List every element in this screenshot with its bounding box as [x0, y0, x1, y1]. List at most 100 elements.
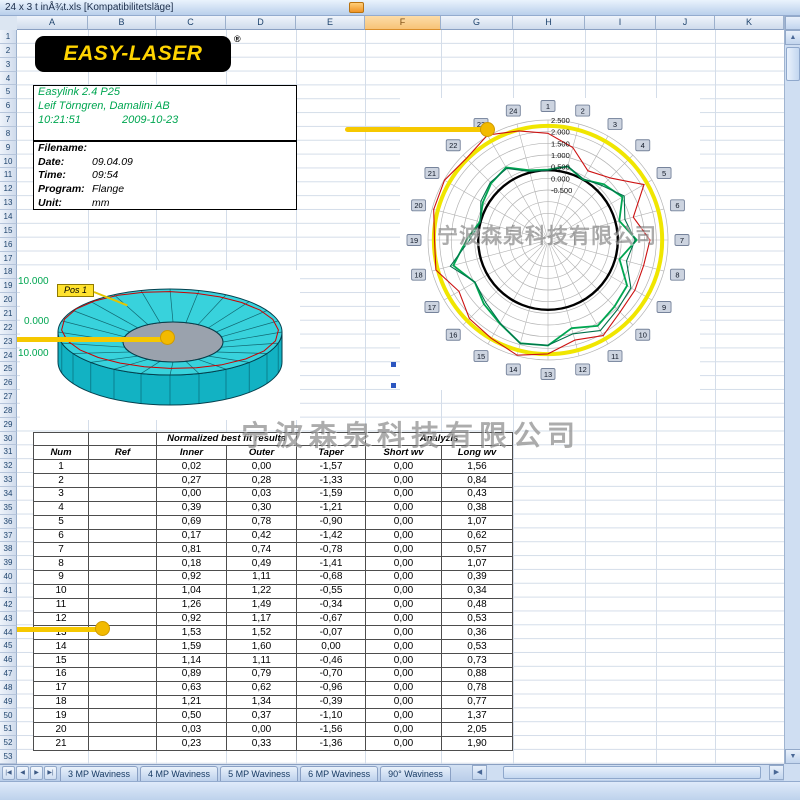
row-header-34[interactable]: 34 [0, 487, 17, 501]
result-cell: 1,17 [227, 612, 297, 626]
column-header-K[interactable]: K [715, 16, 784, 30]
row-header-4[interactable]: 4 [0, 72, 17, 86]
row-header-10[interactable]: 10 [0, 155, 17, 169]
row-header-18[interactable]: 18 [0, 265, 17, 279]
result-cell: 1,21 [157, 695, 227, 709]
flange-axis-label-mid: 0.000 [24, 316, 49, 327]
scroll-right-icon[interactable]: ▶ [769, 765, 784, 780]
row-header-35[interactable]: 35 [0, 501, 17, 515]
row-header-25[interactable]: 25 [0, 362, 17, 376]
result-cell: 10 [34, 584, 89, 598]
horizontal-scroll-track[interactable] [487, 765, 769, 780]
scroll-down-icon[interactable]: ▼ [785, 749, 800, 764]
tab-nav-last-icon[interactable]: ▶| [44, 766, 57, 780]
row-header-12[interactable]: 12 [0, 182, 17, 196]
column-header-E[interactable]: E [296, 16, 365, 30]
column-header-F[interactable]: F [365, 16, 441, 30]
row-header-36[interactable]: 36 [0, 515, 17, 529]
row-header-27[interactable]: 27 [0, 390, 17, 404]
tab-nav-first-icon[interactable]: |◀ [2, 766, 15, 780]
vertical-scrollbar[interactable]: ▲ ▼ [784, 16, 800, 764]
sheet-grid[interactable]: EASY-LASER ® Easylink 2.4 P25 Leif Törng… [17, 30, 784, 764]
result-cell: 0,00 [366, 626, 442, 640]
scroll-left-icon[interactable]: ◀ [472, 765, 487, 780]
row-header-17[interactable]: 17 [0, 252, 17, 266]
row-header-33[interactable]: 33 [0, 473, 17, 487]
sheet-tab-1[interactable]: 3 MP Waviness [60, 766, 138, 781]
row-header-9[interactable]: 9 [0, 141, 17, 155]
row-header-40[interactable]: 40 [0, 570, 17, 584]
row-header-38[interactable]: 38 [0, 542, 17, 556]
column-header-A[interactable]: A [17, 16, 88, 30]
horizontal-scrollbar[interactable]: ◀ ▶ [472, 765, 784, 780]
column-header-B[interactable]: B [88, 16, 156, 30]
row-header-29[interactable]: 29 [0, 418, 17, 432]
row-header-42[interactable]: 42 [0, 598, 17, 612]
sheet-tab-2[interactable]: 4 MP Waviness [140, 766, 218, 781]
column-header-D[interactable]: D [226, 16, 296, 30]
row-header-20[interactable]: 20 [0, 293, 17, 307]
column-header-J[interactable]: J [656, 16, 715, 30]
column-header-H[interactable]: H [513, 16, 585, 30]
scroll-up-icon[interactable]: ▲ [785, 30, 800, 45]
result-cell: 12 [34, 612, 89, 626]
sheet-tab-4[interactable]: 6 MP Waviness [300, 766, 378, 781]
row-header-2[interactable]: 2 [0, 44, 17, 58]
row-header-6[interactable]: 6 [0, 99, 17, 113]
row-header-15[interactable]: 15 [0, 224, 17, 238]
row-header-41[interactable]: 41 [0, 584, 17, 598]
result-cell: 0,00 [366, 543, 442, 557]
svg-text:0.500: 0.500 [551, 163, 570, 172]
row-header-49[interactable]: 49 [0, 695, 17, 709]
row-header-14[interactable]: 14 [0, 210, 17, 224]
row-header-30[interactable]: 30 [0, 432, 17, 446]
row-header-22[interactable]: 22 [0, 321, 17, 335]
row-header-24[interactable]: 24 [0, 349, 17, 363]
row-header-19[interactable]: 19 [0, 279, 17, 293]
row-header-51[interactable]: 51 [0, 722, 17, 736]
scrollbar-split-box[interactable] [785, 16, 800, 30]
result-cell [89, 487, 157, 501]
row-header-8[interactable]: 8 [0, 127, 17, 141]
column-header-I[interactable]: I [585, 16, 656, 30]
row-header-47[interactable]: 47 [0, 667, 17, 681]
row-header-52[interactable]: 52 [0, 736, 17, 750]
row-header-1[interactable]: 1 [0, 30, 17, 44]
sheet-tab-5[interactable]: 90° Waviness [380, 766, 451, 781]
result-cell [89, 571, 157, 585]
row-header-43[interactable]: 43 [0, 612, 17, 626]
row-header-28[interactable]: 28 [0, 404, 17, 418]
row-header-26[interactable]: 26 [0, 376, 17, 390]
row-header-53[interactable]: 53 [0, 750, 17, 764]
row-header-48[interactable]: 48 [0, 681, 17, 695]
tab-nav-next-icon[interactable]: ▶ [30, 766, 43, 780]
row-header-45[interactable]: 45 [0, 639, 17, 653]
row-header-3[interactable]: 3 [0, 58, 17, 72]
row-header-13[interactable]: 13 [0, 196, 17, 210]
row-header-11[interactable]: 11 [0, 168, 17, 182]
row-header-46[interactable]: 46 [0, 653, 17, 667]
result-cell: 6 [34, 529, 89, 543]
file-info-row: Filename: [34, 142, 296, 156]
row-header-39[interactable]: 39 [0, 556, 17, 570]
row-header-23[interactable]: 23 [0, 335, 17, 349]
row-header-7[interactable]: 7 [0, 113, 17, 127]
easy-laser-logo: EASY-LASER [35, 36, 231, 72]
result-cell [89, 723, 157, 737]
result-cell [89, 543, 157, 557]
column-header-C[interactable]: C [156, 16, 226, 30]
horizontal-scroll-thumb[interactable] [503, 766, 761, 779]
row-header-37[interactable]: 37 [0, 529, 17, 543]
row-header-32[interactable]: 32 [0, 459, 17, 473]
row-header-44[interactable]: 44 [0, 626, 17, 640]
row-header-5[interactable]: 5 [0, 85, 17, 99]
sheet-tab-3[interactable]: 5 MP Waviness [220, 766, 298, 781]
tab-nav-prev-icon[interactable]: ◀ [16, 766, 29, 780]
row-header-50[interactable]: 50 [0, 709, 17, 723]
row-header-16[interactable]: 16 [0, 238, 17, 252]
row-header-31[interactable]: 31 [0, 445, 17, 459]
vertical-scroll-thumb[interactable] [786, 47, 800, 81]
row-header-21[interactable]: 21 [0, 307, 17, 321]
svg-text:2.000: 2.000 [551, 128, 570, 137]
column-header-G[interactable]: G [441, 16, 513, 30]
